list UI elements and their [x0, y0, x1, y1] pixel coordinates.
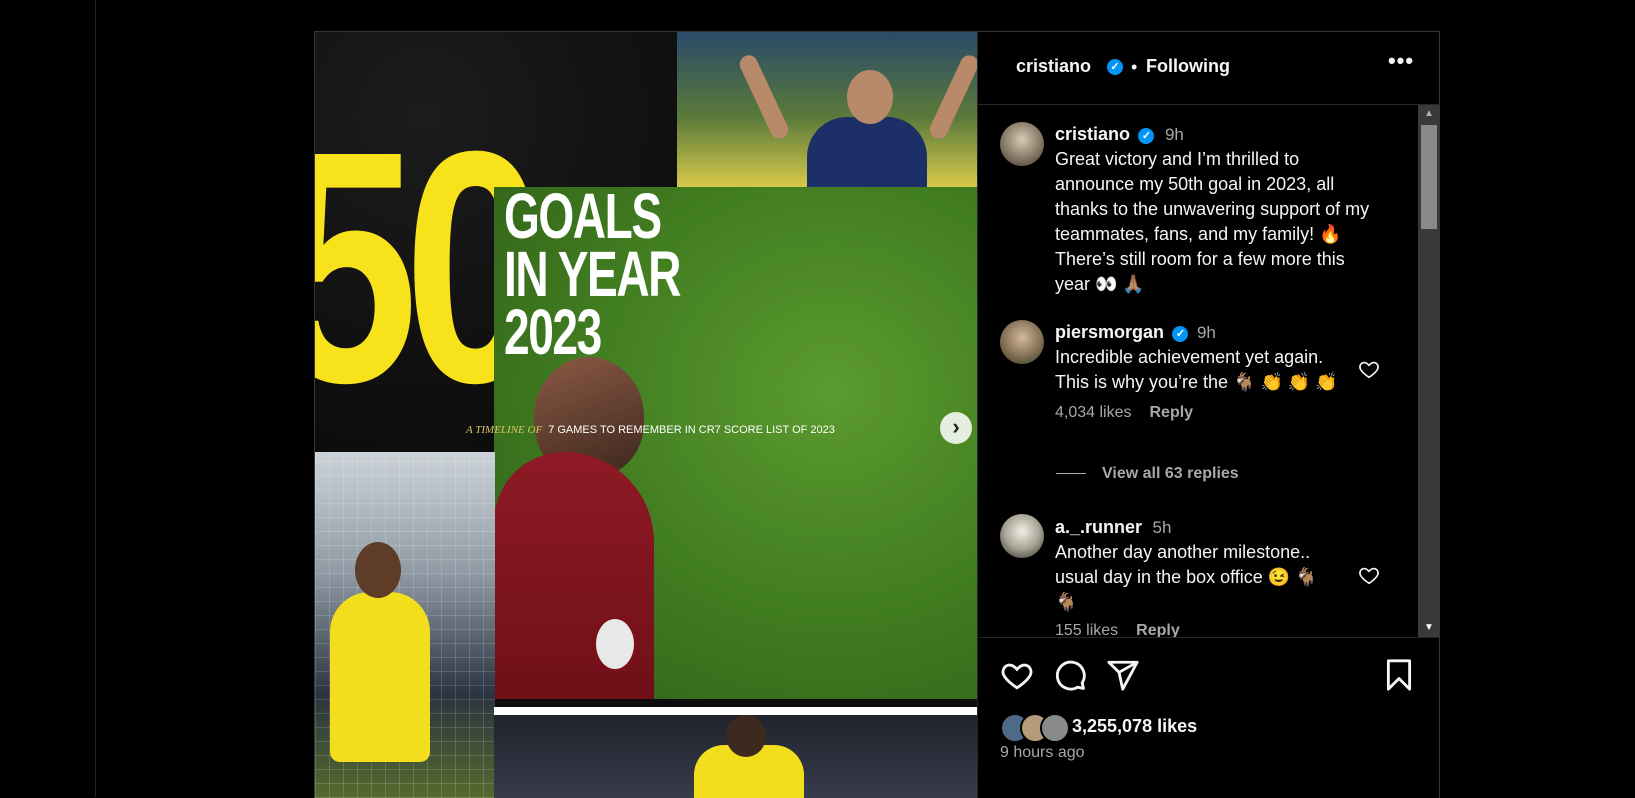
comment-meta: 155 likes Reply	[1055, 622, 1180, 637]
comment-icon[interactable]	[1053, 658, 1087, 692]
comment-likes[interactable]: 155 likes	[1055, 622, 1118, 637]
player-head	[847, 70, 893, 124]
verified-badge-icon: ✓	[1172, 325, 1189, 342]
verified-badge-icon: ✓	[1107, 59, 1123, 75]
comment-text: Incredible achievement yet again. This i…	[1055, 347, 1338, 392]
comment-username[interactable]: piersmorgan	[1055, 322, 1164, 342]
post-media[interactable]: 50 GOALS IN YEAR 2023 A TIMELINE OF7 GAM…	[315, 32, 977, 798]
media-tile-bottom	[494, 707, 977, 798]
action-bar: 3,255,078 likes 9 hours ago	[978, 637, 1439, 798]
player-arm-right	[926, 52, 977, 142]
avatar[interactable]	[1000, 514, 1044, 558]
verified-badge-icon: ✓	[1138, 127, 1155, 144]
player-arm-left	[736, 52, 792, 142]
likes-count[interactable]: 3,255,078 likes	[1072, 716, 1197, 737]
avatar[interactable]	[1000, 122, 1044, 166]
scroll-thumb[interactable]	[1421, 125, 1437, 229]
media-tile-yellow	[315, 452, 495, 798]
avatar[interactable]	[1000, 320, 1044, 364]
player-head	[726, 715, 766, 757]
player-head	[355, 542, 401, 598]
timeline-label: A TIMELINE OF 7 GAMES TO REMEMBER IN CR7 …	[466, 424, 835, 436]
timeline-prefix: A TIMELINE OF	[466, 424, 543, 436]
view-replies-button[interactable]: View all 63 replies	[1056, 465, 1239, 483]
avatar	[1040, 713, 1070, 743]
media-tile-celebration	[677, 32, 977, 187]
timeline-text: 7 GAMES TO REMEMBER IN CR7 SCORE LIST OF…	[548, 424, 835, 436]
heart-icon[interactable]	[1000, 658, 1034, 692]
caption-time: 9h	[1164, 125, 1184, 144]
caption-header: cristiano ✓ 9h	[1055, 124, 1184, 145]
reply-button[interactable]: Reply	[1136, 622, 1180, 637]
caption-username[interactable]: cristiano	[1055, 124, 1130, 144]
heart-icon[interactable]	[1358, 358, 1380, 380]
bookmark-icon[interactable]	[1382, 658, 1416, 692]
more-options-icon[interactable]: •••	[1386, 50, 1416, 80]
comments-scrollbar[interactable]: ▲ ▼	[1418, 105, 1439, 637]
reply-button[interactable]: Reply	[1150, 404, 1194, 421]
comment-time: 5h	[1152, 518, 1172, 537]
goals-title: GOALS IN YEAR 2023	[504, 187, 681, 368]
euro-badge	[594, 617, 636, 671]
chevron-right-icon[interactable]: ›	[940, 412, 972, 444]
player-shirt	[330, 592, 430, 762]
comment-username[interactable]: a._.runner	[1055, 517, 1142, 537]
following-button[interactable]: Following	[1146, 56, 1230, 77]
comment-header: piersmorgan ✓ 9h	[1055, 322, 1216, 343]
scroll-up-arrow-icon[interactable]: ▲	[1418, 105, 1439, 123]
comment-time: 9h	[1196, 323, 1216, 342]
caption-text: Great victory and I’m thrilled to announ…	[1055, 149, 1370, 294]
media-tile-main: GOALS IN YEAR 2023	[494, 187, 977, 699]
scroll-down-arrow-icon[interactable]: ▼	[1418, 619, 1439, 637]
post-panel: cristiano ✓ • Following ••• cristiano ✓ …	[977, 32, 1439, 798]
comment-text: Another day another milestone.. usual da…	[1055, 542, 1318, 612]
page-divider	[95, 0, 96, 797]
heart-icon[interactable]	[1358, 564, 1380, 586]
comment-likes[interactable]: 4,034 likes	[1055, 404, 1132, 421]
comment-header: a._.runner 5h	[1055, 517, 1171, 538]
header-separator: •	[1131, 57, 1138, 77]
comment-meta: 4,034 likes Reply	[1055, 404, 1193, 422]
post-time-ago[interactable]: 9 hours ago	[1000, 744, 1085, 762]
player-shirt	[807, 117, 927, 187]
comments-list: cristiano ✓ 9h Great victory and I’m thr…	[978, 105, 1418, 637]
send-icon[interactable]	[1106, 658, 1140, 692]
post-modal: 50 GOALS IN YEAR 2023 A TIMELINE OF7 GAM…	[314, 31, 1440, 798]
post-header: cristiano ✓ • Following •••	[978, 32, 1439, 105]
header-username[interactable]: cristiano	[1016, 56, 1091, 77]
